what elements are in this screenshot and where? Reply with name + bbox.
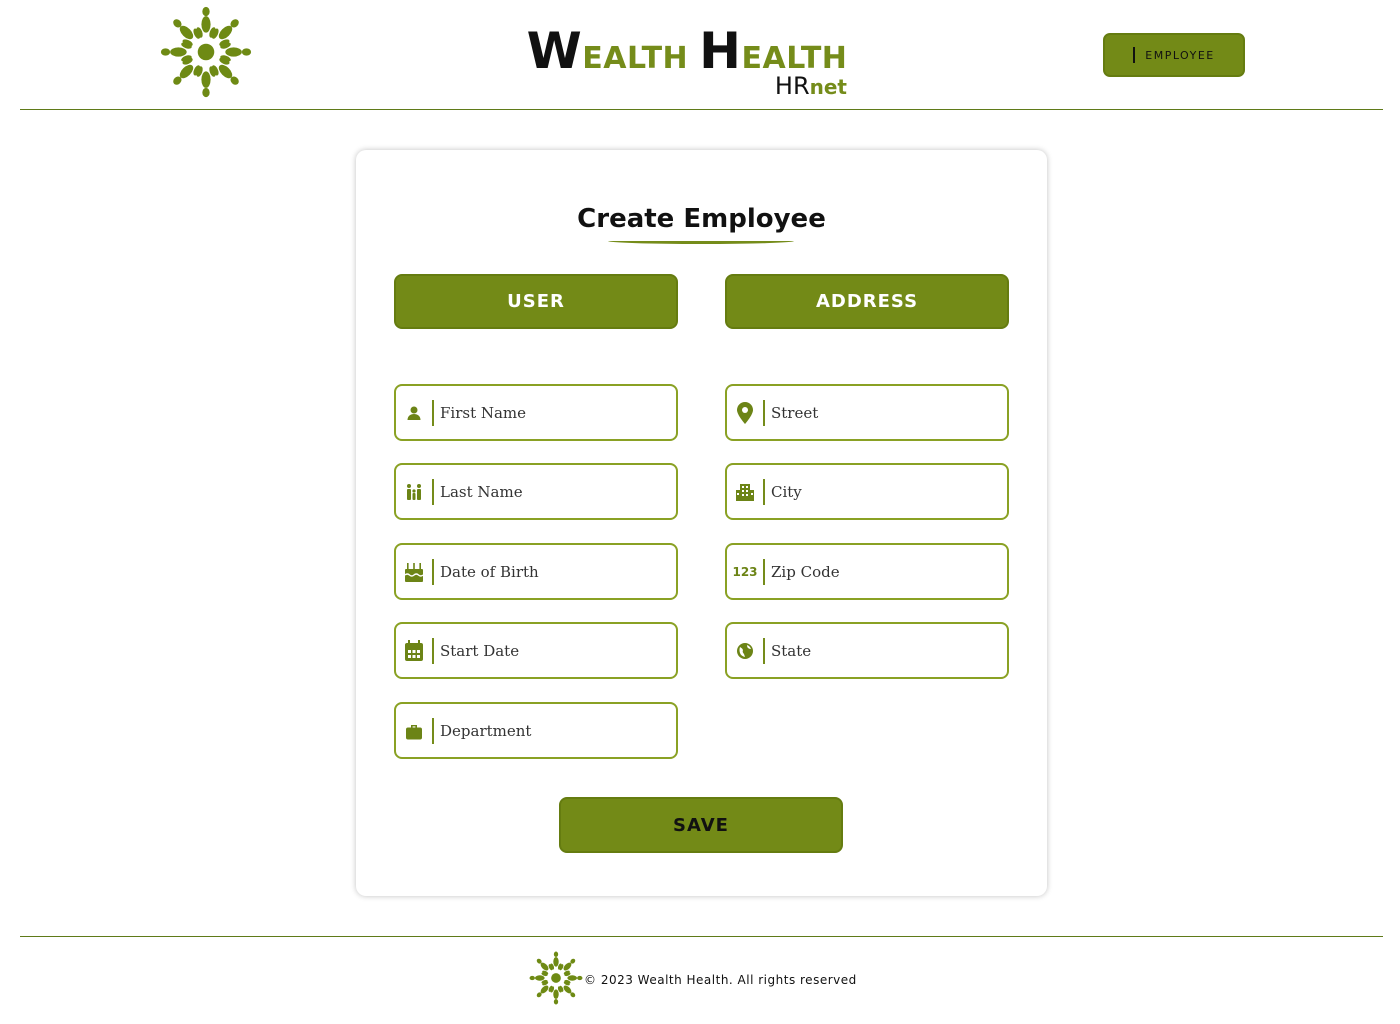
last-name-input[interactable] <box>434 471 664 512</box>
first-name-field[interactable] <box>394 384 678 441</box>
page: WEALTH HEALTH HRnet EMPLOYEE Create Empl… <box>0 0 1400 1024</box>
briefcase-icon <box>396 704 432 757</box>
city-input[interactable] <box>765 471 995 512</box>
create-employee-card: Create Employee USER ADDRESS First Name … <box>356 150 1047 896</box>
zip-code-input[interactable] <box>765 551 995 592</box>
brand-second-rest: EALTH <box>741 41 848 76</box>
title-underline <box>608 238 794 244</box>
department-field[interactable] <box>394 702 678 759</box>
user-section-label: USER <box>507 291 565 312</box>
numbers-icon-text: 123 <box>732 564 758 579</box>
divider <box>1133 47 1136 63</box>
person-icon <box>396 386 432 439</box>
date-of-birth-input[interactable] <box>434 551 664 592</box>
header: WEALTH HEALTH HRnet EMPLOYEE <box>20 0 1383 110</box>
city-field[interactable] <box>725 463 1009 520</box>
first-name-input[interactable] <box>434 392 664 433</box>
address-section-button[interactable]: ADDRESS <box>725 274 1009 329</box>
calendar-icon <box>396 624 432 677</box>
building-icon <box>727 465 763 518</box>
footer-copyright: © 2023 Wealth Health. All rights reserve… <box>584 973 857 987</box>
family-icon <box>396 465 432 518</box>
brand-first-cap: W <box>526 22 583 80</box>
user-section-button[interactable]: USER <box>394 274 678 329</box>
brand-subtitle: HRnet <box>775 72 847 100</box>
save-button-label: SAVE <box>673 814 729 836</box>
start-date-input[interactable] <box>434 630 664 671</box>
save-button[interactable]: SAVE <box>559 797 843 853</box>
brand-second-cap: H <box>699 22 742 80</box>
footer-divider <box>20 936 1383 937</box>
wealth-health-logo-icon[interactable] <box>160 6 252 98</box>
brand-sub-hr: HR <box>774 72 810 100</box>
employee-button-label: EMPLOYEE <box>1145 48 1215 62</box>
employee-list-button[interactable]: EMPLOYEE <box>1103 33 1245 77</box>
birthday-cake-icon <box>396 545 432 598</box>
state-field[interactable] <box>725 622 1009 679</box>
department-input[interactable] <box>434 710 664 751</box>
numbers-icon: 123 <box>727 545 763 598</box>
state-input[interactable] <box>765 630 995 671</box>
date-of-birth-field[interactable] <box>394 543 678 600</box>
globe-icon <box>727 624 763 677</box>
brand-sub-net: net <box>809 75 847 99</box>
start-date-field[interactable] <box>394 622 678 679</box>
last-name-field[interactable] <box>394 463 678 520</box>
page-title: Create Employee <box>577 204 826 234</box>
brand-first-rest: EALTH <box>582 41 689 76</box>
street-input[interactable] <box>765 392 995 433</box>
address-section-label: ADDRESS <box>815 291 919 312</box>
location-pin-icon <box>727 386 763 439</box>
brand-wordmark: WEALTH HEALTH HRnet <box>517 22 857 102</box>
footer-logo-icon <box>529 951 583 1005</box>
zip-code-field[interactable]: 123 <box>725 543 1009 600</box>
street-field[interactable] <box>725 384 1009 441</box>
